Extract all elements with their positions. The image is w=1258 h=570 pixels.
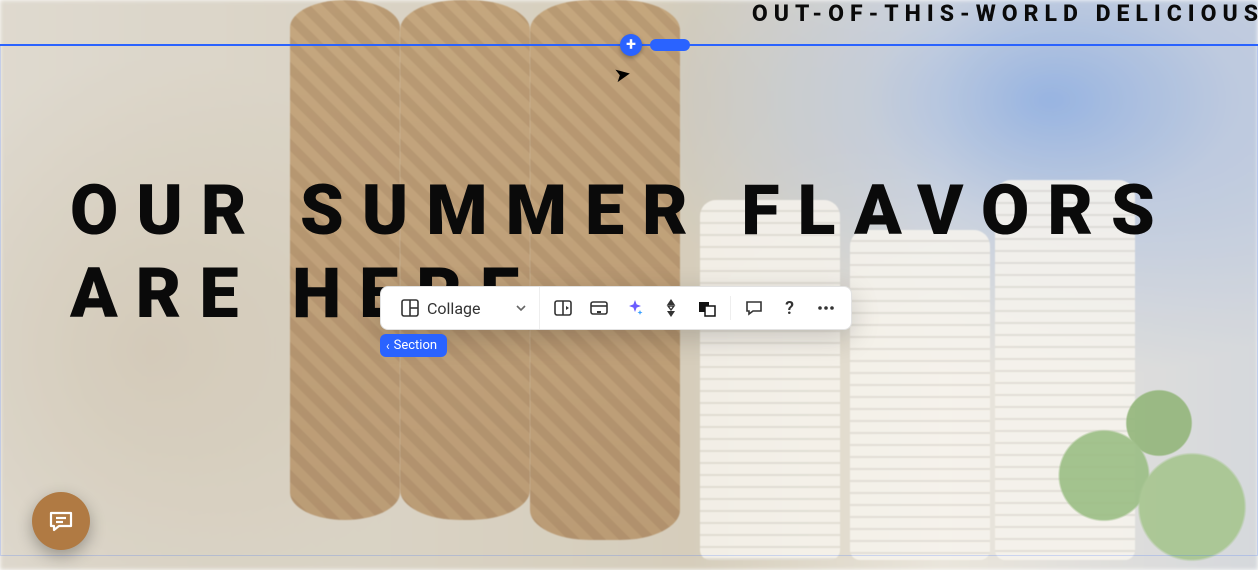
section-drag-handle[interactable] xyxy=(650,39,690,51)
color-swap-icon xyxy=(697,298,717,318)
layout-select[interactable]: Collage xyxy=(389,287,540,329)
comment-button[interactable] xyxy=(737,291,771,325)
section-toolbar: Collage xyxy=(380,286,852,330)
section-breadcrumb[interactable]: ‹ Section xyxy=(380,334,447,357)
ai-assist-button[interactable] xyxy=(618,291,652,325)
color-swap-button[interactable] xyxy=(690,291,724,325)
chevron-left-icon: ‹ xyxy=(386,339,390,353)
editor-canvas: OUT-OF-THIS-WORLD DELICIOUS OUR SUMMER F… xyxy=(0,0,1258,570)
layout-collage-icon xyxy=(401,299,419,317)
help-icon: ? xyxy=(785,298,794,319)
chat-icon xyxy=(47,507,75,535)
layout-split-icon xyxy=(553,298,573,318)
add-section-button[interactable]: + xyxy=(620,34,642,56)
hero-tagline[interactable]: OUT-OF-THIS-WORLD DELICIOUS xyxy=(752,0,1258,27)
replace-layout-button[interactable] xyxy=(546,291,580,325)
section-edit-icon xyxy=(589,298,609,318)
chat-button[interactable] xyxy=(32,492,90,550)
comment-icon xyxy=(744,298,764,318)
help-button[interactable]: ? xyxy=(773,291,807,325)
sparkle-icon xyxy=(625,298,645,318)
more-icon xyxy=(816,298,836,318)
edit-section-button[interactable] xyxy=(582,291,616,325)
move-up-icon xyxy=(662,298,680,318)
move-section-button[interactable] xyxy=(654,291,688,325)
chevron-down-icon xyxy=(515,302,527,314)
breadcrumb-label: Section xyxy=(394,338,437,353)
layout-select-label: Collage xyxy=(427,299,481,318)
toolbar-separator xyxy=(730,296,731,320)
more-button[interactable] xyxy=(809,291,843,325)
plus-icon: + xyxy=(626,36,636,54)
